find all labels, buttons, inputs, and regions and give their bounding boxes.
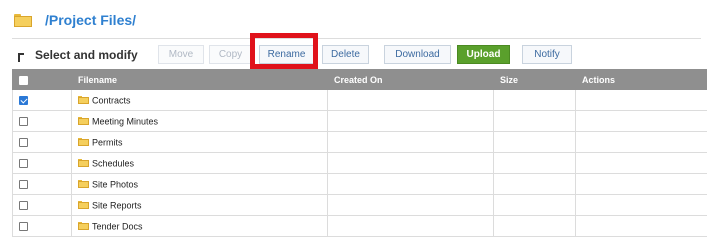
folder-icon (78, 201, 89, 210)
row-checkbox[interactable] (19, 159, 28, 169)
table-header-row: Filename Created On Size Actions (12, 69, 707, 90)
actions-cell (575, 131, 707, 153)
row-checkbox[interactable] (19, 180, 28, 190)
folder-name-link[interactable]: Contracts (92, 95, 131, 105)
delete-button[interactable]: Delete (322, 45, 369, 64)
folder-name-link[interactable]: Tender Docs (92, 221, 143, 231)
copy-button[interactable]: Copy (209, 45, 252, 64)
size-cell (493, 173, 576, 195)
row-select-cell (12, 194, 72, 216)
folder-name-link[interactable]: Site Photos (92, 179, 138, 189)
created-on-cell (327, 89, 494, 111)
filename-cell: Permits (71, 131, 328, 153)
upload-button[interactable]: Upload (457, 45, 510, 64)
actions-cell (575, 89, 707, 111)
row-select-cell (12, 173, 72, 195)
actions-cell (575, 173, 707, 195)
folder-icon (14, 13, 32, 27)
filename-cell: Tender Docs (71, 215, 328, 237)
row-checkbox[interactable] (19, 96, 28, 106)
table-row[interactable]: Schedules (12, 152, 707, 174)
size-cell (493, 131, 576, 153)
move-button[interactable]: Move (158, 45, 204, 64)
row-checkbox[interactable] (19, 138, 28, 148)
created-on-cell (327, 131, 494, 153)
folder-icon (78, 96, 89, 105)
select-all-checkbox[interactable] (19, 75, 28, 85)
table-row[interactable]: Site Photos (12, 173, 707, 195)
row-select-cell (12, 89, 72, 111)
size-cell (493, 110, 576, 132)
notify-button[interactable]: Notify (522, 45, 572, 64)
created-on-cell (327, 194, 494, 216)
table-row[interactable]: Tender Docs (12, 215, 707, 237)
filename-cell: Site Photos (71, 173, 328, 195)
column-header-created-on[interactable]: Created On (327, 69, 494, 90)
row-checkbox[interactable] (19, 222, 28, 232)
select-and-modify-label: Select and modify (35, 48, 138, 62)
divider (12, 38, 701, 39)
table-row[interactable]: Site Reports (12, 194, 707, 216)
column-header-filename[interactable]: Filename (71, 69, 328, 90)
created-on-cell (327, 152, 494, 174)
row-select-cell (12, 215, 72, 237)
created-on-cell (327, 215, 494, 237)
download-button[interactable]: Download (384, 45, 451, 64)
page-title[interactable]: /Project Files/ (45, 12, 136, 28)
folder-icon (78, 138, 89, 147)
row-checkbox[interactable] (19, 117, 28, 127)
folder-name-link[interactable]: Meeting Minutes (92, 116, 158, 126)
folder-name-link[interactable]: Schedules (92, 158, 134, 168)
corner-arrow-icon (17, 53, 25, 63)
breadcrumb: /Project Files/ (14, 11, 136, 29)
filename-cell: Site Reports (71, 194, 328, 216)
size-cell (493, 215, 576, 237)
column-header-size[interactable]: Size (493, 69, 576, 90)
folder-icon (78, 159, 89, 168)
table-row[interactable]: Meeting Minutes (12, 110, 707, 132)
folder-icon (78, 180, 89, 189)
folder-name-link[interactable]: Permits (92, 137, 123, 147)
select-all-header (12, 69, 72, 90)
actions-cell (575, 110, 707, 132)
size-cell (493, 89, 576, 111)
file-table: Filename Created On Size Actions Contrac… (12, 69, 707, 237)
filename-cell: Schedules (71, 152, 328, 174)
table-row[interactable]: Contracts (12, 89, 707, 111)
filename-cell: Contracts (71, 89, 328, 111)
actions-cell (575, 152, 707, 174)
folder-icon (78, 117, 89, 126)
folder-name-link[interactable]: Site Reports (92, 200, 142, 210)
filename-cell: Meeting Minutes (71, 110, 328, 132)
created-on-cell (327, 173, 494, 195)
table-row[interactable]: Permits (12, 131, 707, 153)
size-cell (493, 152, 576, 174)
folder-icon (78, 222, 89, 231)
column-header-actions: Actions (575, 69, 707, 90)
row-select-cell (12, 152, 72, 174)
actions-cell (575, 194, 707, 216)
rename-highlight-box (250, 33, 318, 69)
row-select-cell (12, 110, 72, 132)
size-cell (493, 194, 576, 216)
row-checkbox[interactable] (19, 201, 28, 211)
row-select-cell (12, 131, 72, 153)
created-on-cell (327, 110, 494, 132)
actions-cell (575, 215, 707, 237)
